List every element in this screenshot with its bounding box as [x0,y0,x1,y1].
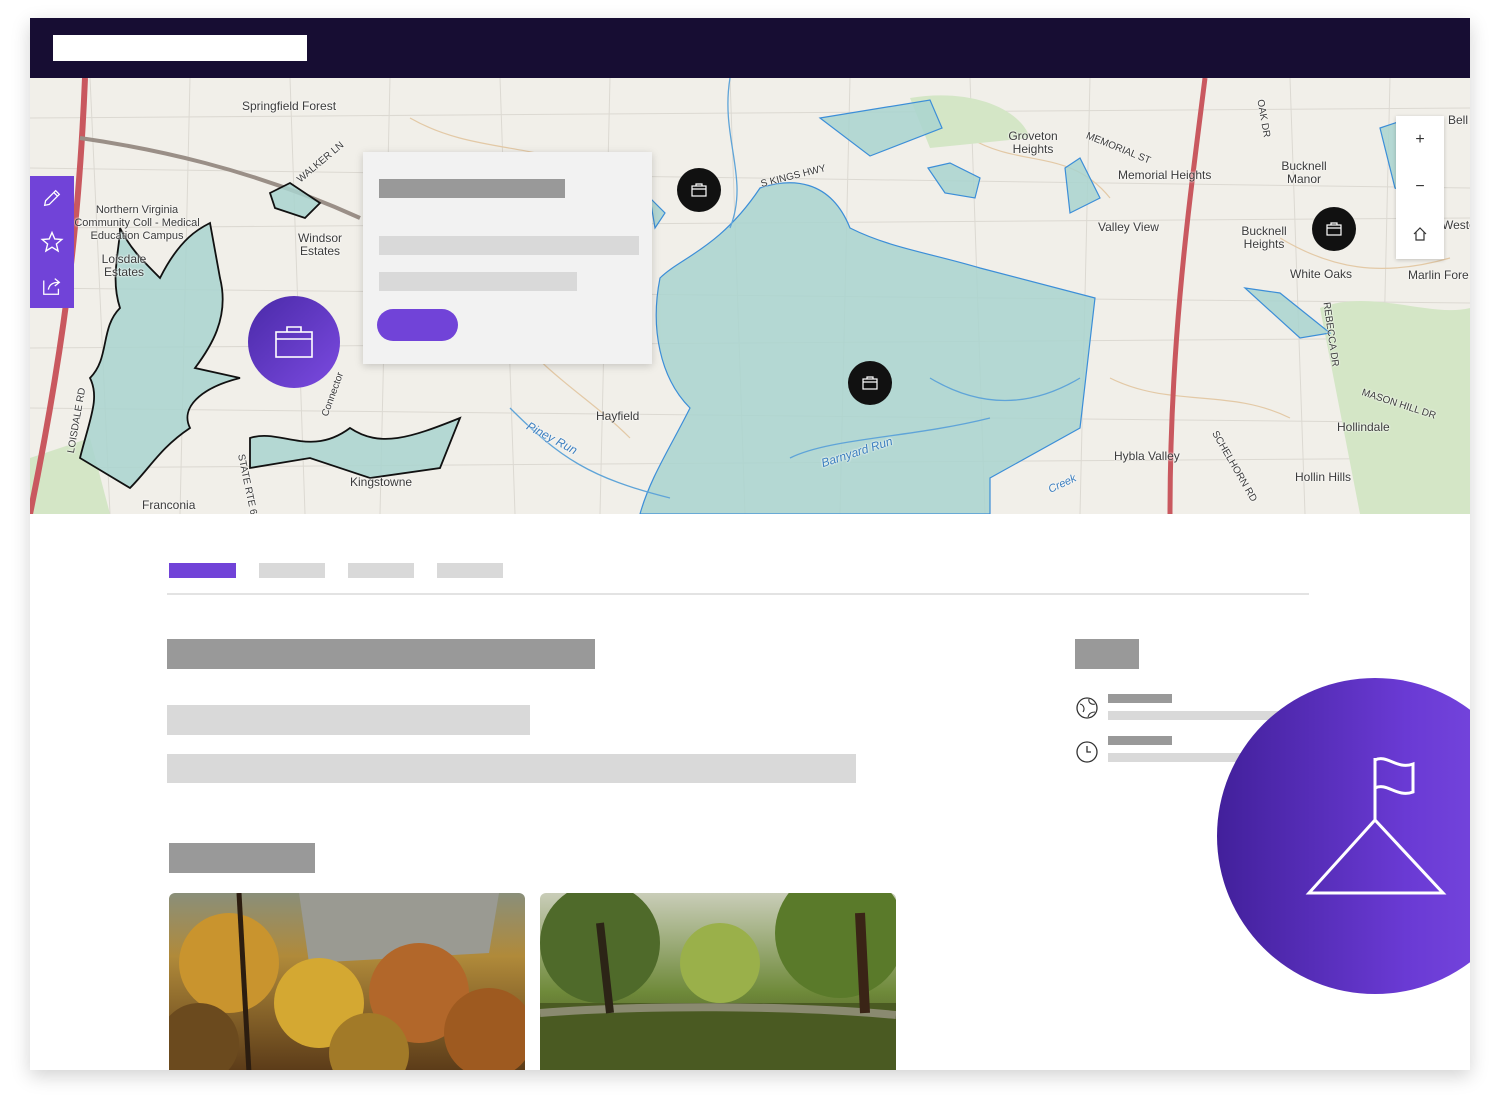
pencil-icon [43,189,61,207]
description-placeholder [167,754,856,783]
map-label: Hayfield [596,409,640,423]
star-icon [40,230,64,253]
mountain-flag-icon [1305,757,1447,895]
map-label: Westo [1442,218,1470,232]
share-icon [43,278,61,295]
gallery-photo-park-pond[interactable] [540,893,896,1070]
briefcase-icon [1326,222,1342,236]
tab[interactable] [259,563,325,578]
globe-icon [1076,697,1098,719]
location-marker[interactable] [677,168,721,212]
map-label: Kingstowne [350,475,413,489]
info-heading-placeholder [1075,639,1139,669]
app-logo-placeholder[interactable] [53,35,307,61]
tab[interactable] [437,563,503,578]
section-heading-placeholder [169,843,315,873]
location-marker[interactable] [848,361,892,405]
map-label: Loisdale Estates [101,252,147,279]
description-placeholder [167,705,530,735]
map-label: Memorial Heights [1118,168,1212,182]
map-label: Northern Virginia Community Coll - Medic… [74,204,200,242]
popup-title-placeholder [379,179,565,198]
map-label: Hollindale [1337,420,1390,434]
map-label: Marlin Fore [1408,268,1469,282]
tabs-divider [167,593,1309,595]
app-window: Springfield Forest Northern Virginia Com… [30,18,1470,1070]
briefcase-icon [862,376,878,390]
map-basemap [30,78,1470,514]
page-title-placeholder [167,639,595,669]
map-view[interactable]: Springfield Forest Northern Virginia Com… [30,78,1470,514]
edit-button[interactable] [30,176,74,220]
popup-text-placeholder [379,272,577,291]
map-label: Springfield Forest [242,99,337,113]
map-label: Bucknell Heights [1241,224,1287,251]
feature-badge [1217,678,1470,994]
map-label: Valley View [1098,220,1159,234]
briefcase-icon [691,183,707,197]
map-tool-strip [30,176,74,308]
top-bar [30,18,1470,78]
zoom-in-button[interactable]: + [1396,116,1444,163]
map-label: Franconia [142,498,196,512]
info-label-placeholder [1108,736,1172,745]
info-label-placeholder [1108,694,1172,703]
selected-location-marker[interactable] [248,296,340,388]
tab-active[interactable] [169,563,236,578]
popup-text-placeholder [379,236,639,255]
popup-action-button[interactable] [377,309,458,341]
tab[interactable] [348,563,414,578]
location-marker[interactable] [1312,207,1356,251]
map-label: White Oaks [1290,267,1353,281]
map-label: Bucknell Manor [1281,159,1327,186]
map-label: Bell [1448,113,1469,127]
map-label: Groveton Heights [1008,129,1058,156]
zoom-out-button[interactable]: − [1396,163,1444,210]
gallery-photo-autumn-forest[interactable] [169,893,525,1070]
share-button[interactable] [30,264,74,308]
map-label: Windsor Estates [297,231,342,258]
map-label: Hollin Hills [1295,470,1352,484]
favorite-button[interactable] [30,220,74,264]
zoom-controls: + − [1396,116,1444,259]
clock-icon [1076,741,1098,763]
briefcase-icon [275,326,313,358]
map-label: Hybla Valley [1114,449,1180,463]
home-icon [1413,226,1427,241]
map-popup [363,152,652,364]
home-button[interactable] [1396,210,1444,257]
